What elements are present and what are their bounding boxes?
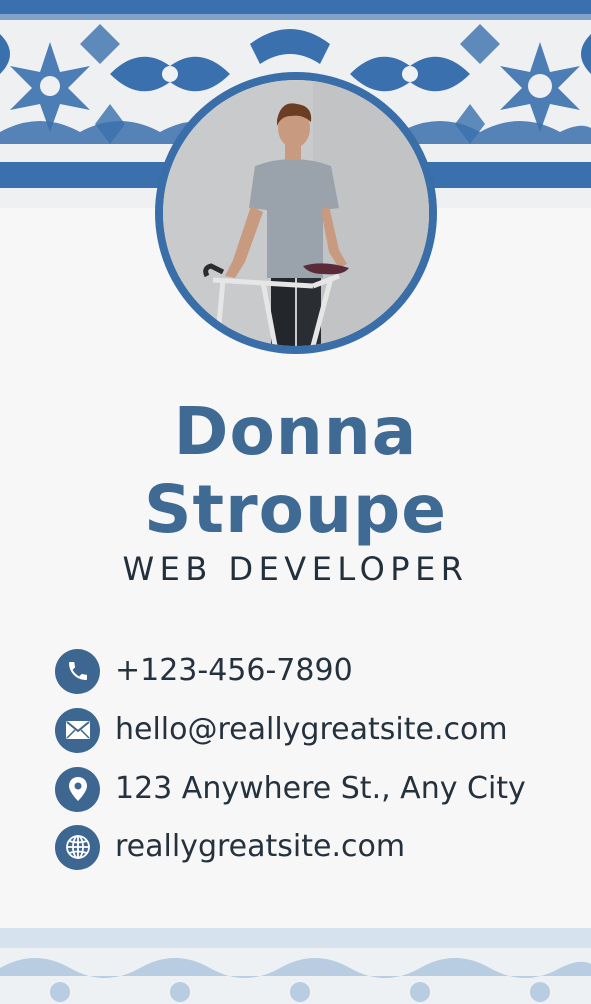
phone-icon	[55, 648, 100, 694]
website-row: reallygreatsite.com	[55, 824, 405, 870]
phone-row: +123-456-7890	[55, 648, 353, 694]
profile-photo	[163, 80, 429, 346]
first-name: Donna	[173, 393, 418, 470]
bottom-pattern-graphic	[0, 958, 591, 1002]
globe-icon	[55, 824, 100, 870]
email-row: hello@reallygreatsite.com	[55, 707, 508, 753]
profile-photo-frame	[155, 72, 437, 354]
address-row: 123 Anywhere St., Any City	[55, 766, 526, 812]
website-text: reallygreatsite.com	[115, 829, 406, 864]
bottom-stripe	[0, 928, 591, 948]
email-text: hello@reallygreatsite.com	[115, 712, 508, 747]
location-pin-icon	[55, 766, 100, 812]
job-title: WEB DEVELOPER	[122, 550, 469, 588]
bottom-tile-pattern	[0, 928, 591, 1004]
phone-text: +123-456-7890	[115, 653, 353, 688]
last-name: Stroupe	[144, 471, 447, 548]
address-text: 123 Anywhere St., Any City	[115, 771, 526, 806]
person-with-bicycle-illustration	[163, 80, 429, 346]
business-card: Donna Stroupe WEB DEVELOPER +123-456-789…	[0, 0, 591, 1004]
top-stripe	[0, 0, 591, 14]
email-icon	[55, 707, 100, 753]
